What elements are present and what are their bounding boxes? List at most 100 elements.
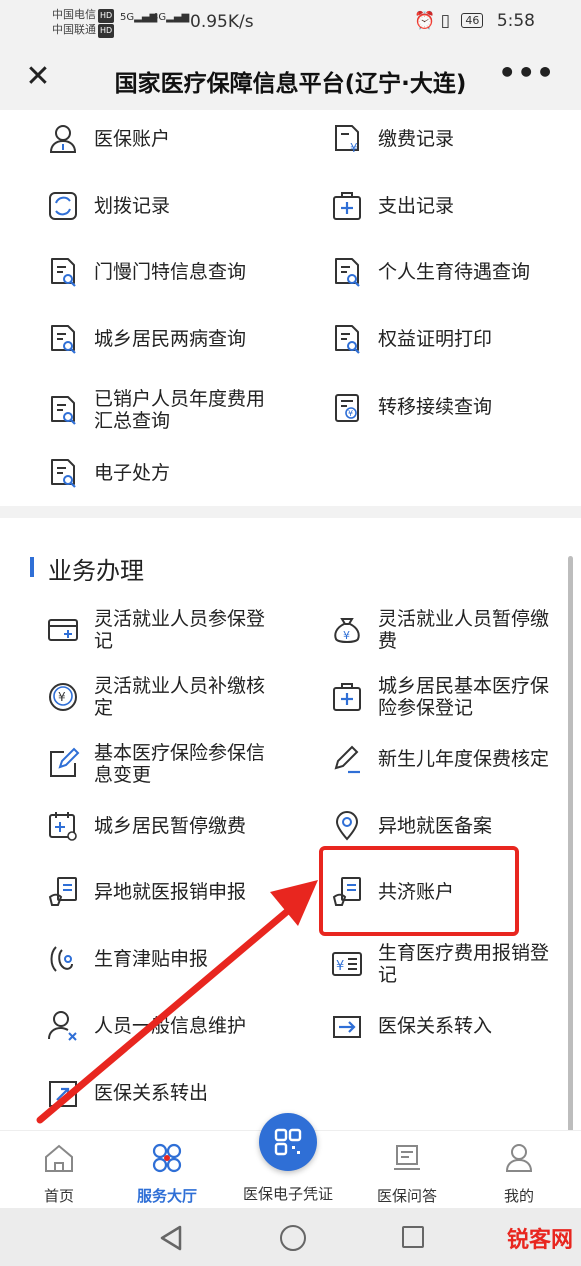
home-circle-icon[interactable] (280, 1225, 306, 1251)
menu-item-label: 城乡居民两病查询 (94, 328, 247, 350)
qr-code-icon (274, 1128, 302, 1156)
pencil-icon (330, 742, 364, 776)
vibrate-icon: ▯ (440, 11, 450, 31)
clock: 5:58 (496, 11, 535, 31)
menu-item-label: 生育津贴申报 (94, 948, 209, 970)
menu-item-label: 支出记录 (378, 195, 455, 217)
nav-label: 服务大厅 (136, 1187, 197, 1205)
document-search-icon (330, 322, 364, 356)
watermark-logo: 锐客网 (506, 1228, 573, 1253)
menu-item-label: 异地就医备案 (378, 815, 493, 837)
recent-apps-icon[interactable] (402, 1226, 424, 1248)
menu-item-label: 灵活就业人员暂停缴费 (378, 608, 550, 652)
menu-item-label: 医保账户 (94, 128, 171, 150)
menu-item-medical-account[interactable]: 医保账户 (46, 122, 274, 156)
battery-icon: 46 (461, 13, 484, 28)
scrollbar[interactable] (568, 556, 573, 1196)
menu-item-label: 异地就医报销申报 (94, 881, 247, 903)
carrier-info: 中国电信 HD 中国联通 HD (52, 8, 115, 38)
money-bag-icon (330, 613, 364, 647)
menu-item-transfer-record[interactable]: 划拨记录 (46, 189, 274, 223)
nav-service-hall[interactable]: 服务大厅 (122, 1141, 212, 1206)
carrier-2: 中国联通 (52, 23, 96, 36)
home-icon (45, 1144, 73, 1172)
menu-item-label: 医保关系转入 (378, 1015, 493, 1037)
menu-item-label: 缴费记录 (378, 128, 455, 150)
document-search-icon (330, 255, 364, 289)
location-pin-icon (330, 809, 364, 843)
yuan-coin-icon (46, 680, 80, 714)
menu-item-closed-account-summary[interactable]: 已销户人员年度费用汇总查询 (46, 388, 274, 432)
e-voucher-button[interactable] (259, 1113, 317, 1171)
menu-item-enroll-info-change[interactable]: 基本医疗保险参保信息变更 (46, 742, 274, 786)
section-divider (0, 506, 581, 518)
signal-icon: 4G▂▄▆ (152, 12, 190, 23)
menu-item-relation-transfer-in[interactable]: 医保关系转入 (330, 1009, 558, 1043)
page-title: 国家医疗保障信息平台(辽宁·大连) (114, 71, 467, 97)
menu-item-transfer-query[interactable]: 转移接续查询 (330, 390, 558, 424)
menu-item-label: 门慢门特信息查询 (94, 261, 247, 283)
menu-item-label: 新生儿年度保费核定 (378, 748, 550, 770)
menu-item-maternity-query[interactable]: 个人生育待遇查询 (330, 255, 558, 289)
menu-item-label: 生育医疗费用报销登记 (378, 942, 550, 986)
highlight-box (319, 846, 519, 936)
refresh-square-icon (46, 189, 80, 223)
menu-item-label: 人员一般信息维护 (94, 1015, 247, 1037)
menu-item-expense-record[interactable]: 支出记录 (330, 189, 558, 223)
back-triangle-icon[interactable] (158, 1224, 184, 1252)
section-accent-bar (30, 557, 34, 577)
menu-item-label: 电子处方 (94, 462, 171, 484)
menu-item-e-prescription[interactable]: 电子处方 (46, 456, 274, 490)
menu-item-maternity-allowance[interactable]: 生育津贴申报 (46, 942, 274, 976)
arrow-out-icon (46, 1076, 80, 1110)
service-hall-icon (152, 1143, 182, 1173)
menu-item-newborn-premium[interactable]: 新生儿年度保费核定 (330, 742, 558, 776)
menu-item-label: 个人生育待遇查询 (378, 261, 531, 283)
menu-item-label: 转移接续查询 (378, 396, 493, 418)
nav-qa[interactable]: 医保问答 (362, 1141, 452, 1206)
more-menu-button[interactable]: ••• (498, 56, 555, 89)
arrow-in-icon (330, 1009, 364, 1043)
status-bar: 中国电信 HD 中国联通 HD 5G▂▄▆ 4G▂▄▆ 0.95K/s ⏰ ▯ 46… (0, 0, 581, 46)
document-search-icon (46, 456, 80, 490)
menu-item-personal-info[interactable]: 人员一般信息维护 (46, 1009, 274, 1043)
hd-badge: HD (98, 24, 115, 38)
document-search-icon (46, 255, 80, 289)
hd-badge: HD (98, 9, 115, 23)
calendar-plus-icon (46, 809, 80, 843)
edit-square-icon (46, 747, 80, 781)
person-x-icon (46, 1009, 80, 1043)
menu-item-resident-suspend[interactable]: 城乡居民暂停缴费 (46, 809, 274, 843)
scroll-doc-icon (394, 1145, 420, 1170)
menu-item-label: 权益证明打印 (378, 328, 493, 350)
menu-item-maternity-reimbursement[interactable]: 生育医疗费用报销登记 (330, 942, 558, 986)
nav-label: 医保问答 (376, 1187, 437, 1205)
nav-mine[interactable]: 我的 (474, 1141, 564, 1206)
menu-item-payment-record[interactable]: 缴费记录 (330, 122, 558, 156)
menu-item-rights-print[interactable]: 权益证明打印 (330, 322, 558, 356)
alarm-icon: ⏰ (414, 11, 436, 31)
menu-item-flexible-suspend[interactable]: 灵活就业人员暂停缴费 (330, 608, 558, 652)
title-bar: ✕ 国家医疗保障信息平台(辽宁·大连) ••• (0, 46, 581, 110)
yuan-document-icon (330, 122, 364, 156)
menu-item-two-diseases-query[interactable]: 城乡居民两病查询 (46, 322, 274, 356)
nav-home[interactable]: 首页 (14, 1141, 104, 1206)
card-plus-icon (46, 613, 80, 647)
menu-item-remote-reimbursement[interactable]: 异地就医报销申报 (46, 875, 274, 909)
yuan-list-icon (330, 947, 364, 981)
menu-item-label: 城乡居民暂停缴费 (94, 815, 247, 837)
menu-item-relation-transfer-out[interactable]: 医保关系转出 (46, 1076, 274, 1110)
network-speed: 0.95K/s (190, 12, 254, 32)
menu-item-label: 划拨记录 (94, 195, 171, 217)
section-title: 业务办理 (48, 557, 144, 585)
e-voucher-label[interactable]: 医保电子凭证 (232, 1183, 344, 1204)
nav-label: 首页 (43, 1187, 74, 1205)
carrier-1: 中国电信 (52, 8, 96, 21)
menu-item-remote-filing[interactable]: 异地就医备案 (330, 809, 558, 843)
menu-item-resident-enroll[interactable]: 城乡居民基本医疗保险参保登记 (330, 675, 558, 719)
status-right: ⏰ ▯ 46 5:58 (414, 11, 535, 31)
menu-item-flexible-backpay[interactable]: 灵活就业人员补缴核定 (46, 675, 274, 719)
menu-item-chronic-query[interactable]: 门慢门特信息查询 (46, 255, 274, 289)
hand-document-icon (46, 875, 80, 909)
menu-item-flexible-enroll[interactable]: 灵活就业人员参保登记 (46, 608, 274, 652)
